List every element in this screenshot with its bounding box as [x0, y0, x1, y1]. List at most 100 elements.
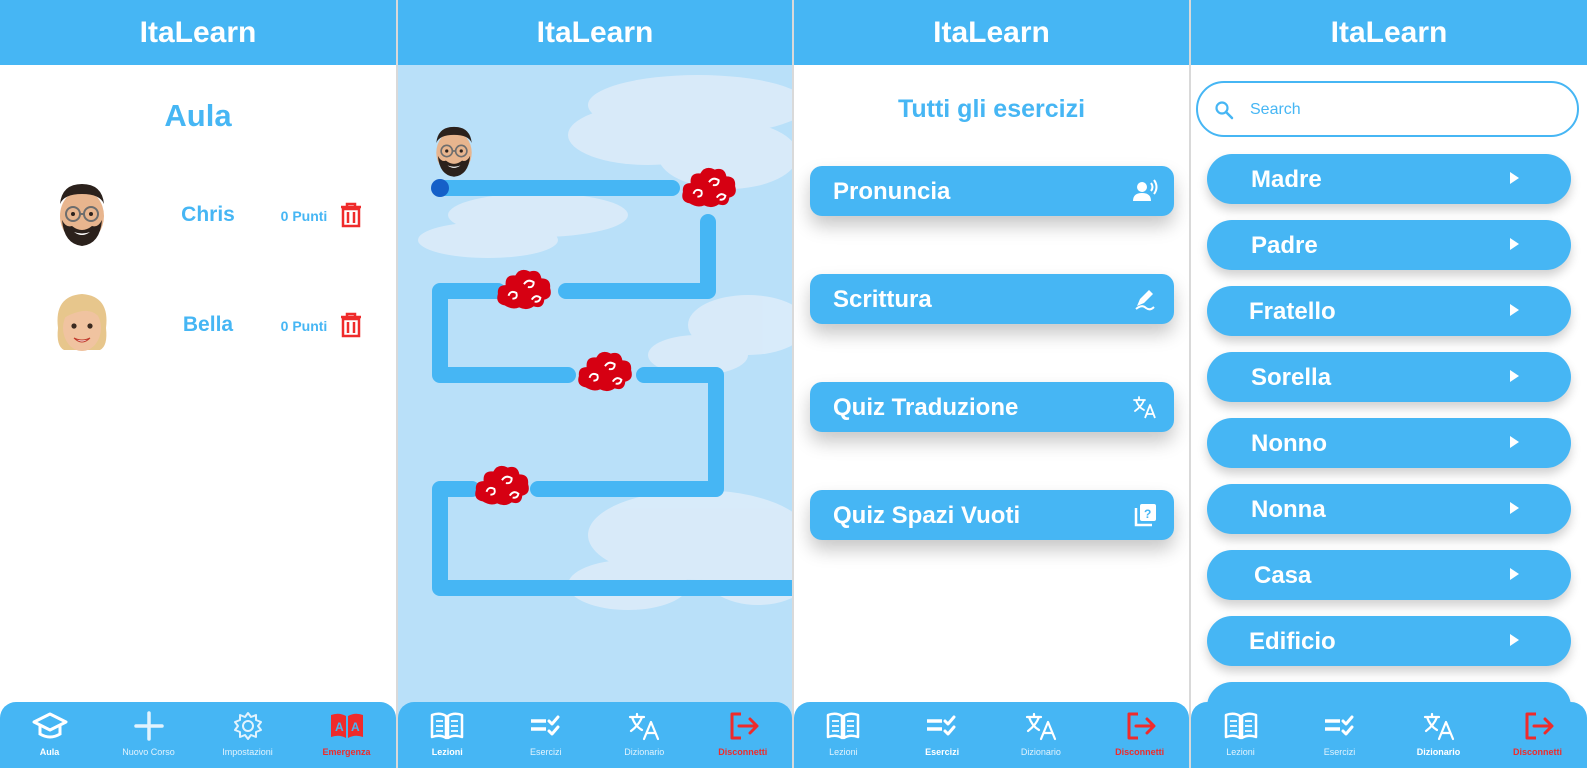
word-label: Nonno	[1251, 430, 1327, 457]
nav-label: Dizionario	[1416, 747, 1461, 757]
screen-dizionario: ItaLearn Madre Padre Fratello Sorella No…	[1191, 0, 1587, 768]
translate-icon	[1023, 710, 1059, 742]
app-title: ItaLearn	[0, 0, 396, 65]
exercise-label: Scrittura	[833, 286, 932, 313]
nav-label: Emergenza	[322, 747, 371, 757]
translate-icon	[1421, 710, 1457, 742]
page-title: Aula	[164, 98, 232, 133]
nav-dizionario[interactable]: Dizionario	[1389, 702, 1488, 768]
exercise-scrittura-button[interactable]: Scrittura	[810, 274, 1174, 324]
gear-icon	[230, 710, 266, 742]
word-label: Casa	[1254, 562, 1312, 589]
student-row[interactable]: Bella 0 Punti	[0, 288, 396, 368]
nav-label: Disconnetti	[1115, 747, 1165, 757]
nav-nuovo-corso[interactable]: Nuovo Corso	[99, 702, 198, 768]
nav-label: Disconnetti	[1512, 747, 1562, 757]
cloud-lesson-icon[interactable]	[473, 462, 531, 508]
logout-icon	[1122, 710, 1158, 742]
exercise-quiz-spazi-vuoti-button[interactable]: Quiz Spazi Vuoti	[810, 490, 1174, 540]
checklist-icon	[528, 710, 564, 742]
nav-esercizi[interactable]: Esercizi	[893, 702, 992, 768]
word-item[interactable]: Sorella	[1207, 352, 1571, 402]
nav-label: Esercizi	[529, 747, 562, 757]
nav-dizionario[interactable]: Dizionario	[595, 702, 694, 768]
exercise-label: Pronuncia	[833, 178, 951, 205]
screen-esercizi: ItaLearn Tutti gli esercizi Pronuncia Sc…	[794, 0, 1189, 768]
nav-aula[interactable]: Aula	[0, 702, 99, 768]
nav-lezioni[interactable]: Lezioni	[1191, 702, 1290, 768]
nav-label: Disconnetti	[718, 747, 768, 757]
word-item[interactable]: Edificio	[1207, 616, 1571, 666]
nav-label: Esercizi	[925, 747, 960, 757]
play-icon	[1510, 568, 1519, 580]
nav-label: Aula	[39, 747, 60, 757]
nav-lezioni[interactable]: Lezioni	[794, 702, 893, 768]
exercise-label: Quiz Traduzione	[833, 394, 1019, 421]
word-item[interactable]: Nonna	[1207, 484, 1571, 534]
play-icon	[1510, 172, 1519, 184]
progress-indicator	[431, 179, 449, 197]
quiz-question-icon	[1132, 503, 1158, 527]
bearded-man-memoji-icon[interactable]	[428, 122, 480, 180]
nav-disconnetti[interactable]: Disconnetti	[694, 702, 793, 768]
play-icon	[1510, 502, 1519, 514]
word-item[interactable]: Madre	[1207, 154, 1571, 204]
exercise-pronuncia-button[interactable]: Pronuncia	[810, 166, 1174, 216]
nav-lezioni[interactable]: Lezioni	[398, 702, 497, 768]
checklist-icon	[1322, 710, 1358, 742]
trash-icon[interactable]	[340, 202, 362, 228]
nav-label: Nuovo Corso	[122, 747, 175, 757]
exercise-label: Quiz Spazi Vuoti	[833, 502, 1021, 529]
blonde-woman-memoji-icon	[52, 288, 112, 360]
trash-icon[interactable]	[340, 312, 362, 338]
nav-esercizi[interactable]: Esercizi	[1290, 702, 1389, 768]
app-title: ItaLearn	[1191, 0, 1587, 65]
dictionary-book-icon	[329, 710, 365, 742]
word-item[interactable]: Casa	[1207, 550, 1571, 600]
nav-disconnetti[interactable]: Disconnetti	[1488, 702, 1587, 768]
word-item[interactable]: Fratello	[1207, 286, 1571, 336]
nav-label: Lezioni	[1226, 747, 1255, 757]
page-title: Tutti gli esercizi	[897, 95, 1086, 123]
nav-disconnetti[interactable]: Disconnetti	[1090, 702, 1189, 768]
word-item[interactable]: Padre	[1207, 220, 1571, 270]
open-book-icon	[429, 710, 465, 742]
open-book-icon	[1223, 710, 1259, 742]
app-title: ItaLearn	[794, 0, 1189, 65]
logout-icon	[1520, 710, 1556, 742]
bottom-navigation: Aula Nuovo Corso Impostazioni Emergenza	[0, 702, 396, 768]
student-name: Bella	[182, 313, 234, 336]
student-row[interactable]: Chris 0 Punti	[0, 178, 396, 258]
search-bar[interactable]	[1196, 81, 1579, 137]
nav-esercizi[interactable]: Esercizi	[497, 702, 596, 768]
cloud-lesson-icon[interactable]	[680, 164, 738, 210]
app-title: ItaLearn	[398, 0, 792, 65]
open-book-icon	[825, 710, 861, 742]
word-label: Edificio	[1249, 628, 1336, 655]
cloud-lesson-icon[interactable]	[495, 266, 553, 312]
search-input[interactable]	[1250, 97, 1550, 123]
student-points: 0 Punti	[280, 318, 328, 334]
exercise-quiz-traduzione-button[interactable]: Quiz Traduzione	[810, 382, 1174, 432]
nav-label: Impostazioni	[222, 747, 273, 757]
graduation-cap-icon	[32, 710, 68, 742]
cloud-lesson-icon[interactable]	[576, 348, 634, 394]
logout-icon	[725, 710, 761, 742]
play-icon	[1510, 238, 1519, 250]
word-label: Padre	[1251, 232, 1318, 259]
nav-dizionario[interactable]: Dizionario	[992, 702, 1091, 768]
nav-label: Lezioni	[431, 747, 463, 757]
search-icon	[1215, 101, 1234, 120]
screen-lezioni: ItaLearn Lezioni Esercizi Dizionario Dis…	[398, 0, 792, 768]
plus-icon	[131, 710, 167, 742]
speaker-person-icon	[1132, 179, 1158, 203]
screen-aula: ItaLearn Aula Chris 0 Punti Bella 0 Punt…	[0, 0, 396, 768]
word-item[interactable]: Nonno	[1207, 418, 1571, 468]
checklist-icon	[924, 710, 960, 742]
nav-label: Dizionario	[1020, 747, 1061, 757]
nav-impostazioni[interactable]: Impostazioni	[198, 702, 297, 768]
play-icon	[1510, 436, 1519, 448]
nav-emergenza[interactable]: Emergenza	[297, 702, 396, 768]
word-label: Fratello	[1249, 298, 1336, 325]
play-icon	[1510, 304, 1519, 316]
